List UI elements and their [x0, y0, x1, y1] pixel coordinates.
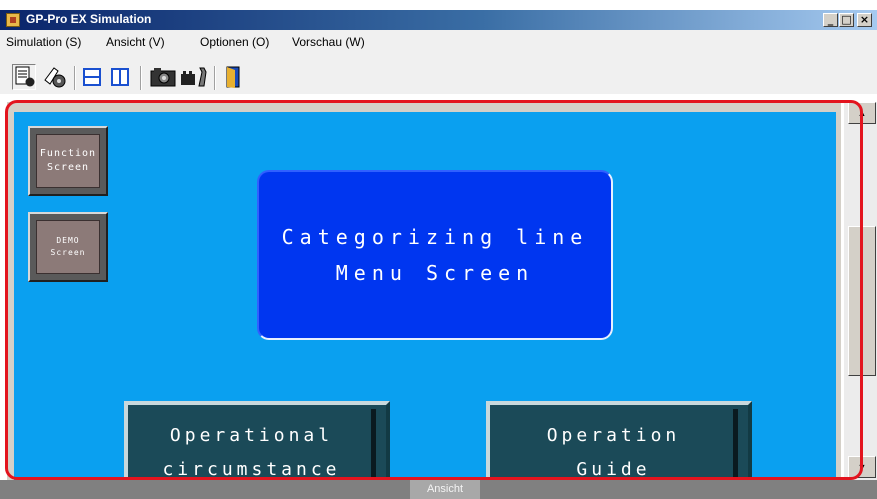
- scroll-up-icon[interactable]: ▲: [848, 102, 876, 124]
- close-button[interactable]: ×: [857, 13, 872, 27]
- title-bar[interactable]: GP-Pro EX Simulation _ □ ×: [0, 10, 877, 30]
- vertical-scrollbar[interactable]: ▲ ▼: [844, 102, 877, 480]
- menu-panel-line-1: Categorizing line: [281, 225, 589, 249]
- menu-vorschau[interactable]: Vorschau (W): [292, 35, 365, 49]
- exit-icon[interactable]: [224, 66, 242, 88]
- scrollbar-thumb[interactable]: [848, 226, 876, 376]
- demo-screen-face: DEMO Screen: [36, 220, 100, 274]
- settings-icon[interactable]: [42, 66, 68, 88]
- camera-icon[interactable]: [150, 66, 176, 88]
- menu-simulation[interactable]: Simulation (S): [6, 35, 81, 49]
- operational-label-2: circumstance: [162, 459, 341, 480]
- scroll-down-icon[interactable]: ▼: [848, 456, 876, 478]
- demo-screen-button[interactable]: DEMO Screen: [28, 212, 108, 282]
- status-bar: Ansicht: [0, 480, 877, 499]
- function-screen-button[interactable]: Function Screen: [28, 126, 108, 196]
- function-screen-label-2: Screen: [46, 162, 90, 173]
- operational-label-1: Operational: [169, 425, 334, 446]
- tool-icon[interactable]: [180, 66, 208, 88]
- split-vertical-icon[interactable]: [110, 66, 130, 88]
- minimize-button[interactable]: _: [823, 13, 838, 27]
- split-horizontal-icon[interactable]: [82, 66, 102, 88]
- function-screen-face: Function Screen: [36, 134, 100, 188]
- hmi-screen: Function Screen DEMO Screen Categorizing…: [14, 112, 836, 480]
- function-screen-label-1: Function: [39, 148, 97, 159]
- operation-guide-label-1: Operation: [546, 425, 681, 446]
- menu-optionen[interactable]: Optionen (O): [200, 35, 269, 49]
- operation-guide-button[interactable]: Operation Guide: [486, 401, 752, 480]
- toolbar: [0, 52, 877, 94]
- toolbar-separator: [74, 66, 76, 90]
- categorizing-line-menu-panel: Categorizing line Menu Screen: [257, 170, 613, 340]
- toolbar-separator: [140, 66, 142, 90]
- menu-ansicht[interactable]: Ansicht (V): [106, 35, 165, 49]
- status-label: Ansicht: [410, 480, 480, 499]
- menu-bar: Simulation (S) Ansicht (V) Optionen (O) …: [0, 30, 877, 52]
- app-icon: [6, 13, 20, 27]
- demo-screen-label-1: DEMO: [56, 236, 80, 245]
- document-edit-icon[interactable]: [14, 66, 36, 88]
- operational-circumstance-button[interactable]: Operational circumstance: [124, 401, 390, 480]
- menu-panel-line-2: Menu Screen: [335, 261, 535, 285]
- maximize-button[interactable]: □: [839, 13, 854, 27]
- demo-screen-label-2: Screen: [50, 248, 86, 257]
- operation-guide-label-2: Guide: [576, 459, 651, 480]
- window-title: GP-Pro EX Simulation: [26, 12, 152, 26]
- toolbar-separator: [214, 66, 216, 90]
- operational-circumstance-face: Operational circumstance: [132, 409, 376, 480]
- operation-guide-face: Operation Guide: [494, 409, 738, 480]
